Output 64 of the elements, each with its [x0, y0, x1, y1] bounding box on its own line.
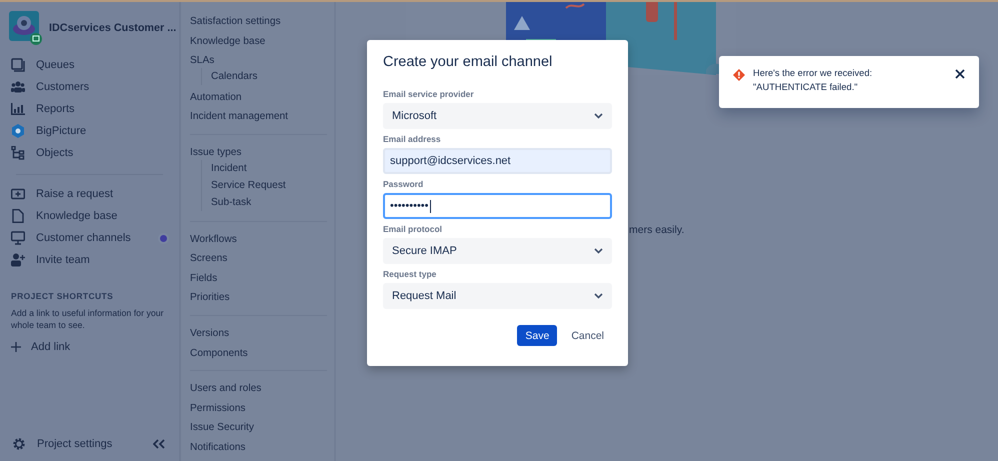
settings-submenu-item[interactable]: Service Request	[202, 176, 286, 194]
field-label: Email service provider	[383, 89, 475, 99]
settings-menu-item[interactable]: Versions	[190, 324, 230, 344]
input-field[interactable]: support@idcservices.net	[383, 148, 612, 174]
project-name[interactable]: IDCservices Customer ...	[49, 22, 176, 34]
settings-menu-item[interactable]: Issue Security	[190, 418, 254, 438]
bar-chart-icon	[11, 102, 25, 116]
hexagon-icon	[11, 124, 25, 138]
project-avatar-icon	[9, 11, 43, 45]
close-icon[interactable]	[955, 69, 965, 79]
chevron-down-icon	[594, 293, 603, 299]
settings-menu-item[interactable]: Fields	[190, 268, 218, 288]
monitor-icon	[11, 231, 25, 245]
nav-item[interactable]: Invite team	[0, 249, 179, 271]
settings-menu-item[interactable]: Users and roles	[190, 379, 262, 399]
people-icon	[11, 80, 25, 94]
save-button[interactable]: Save	[517, 325, 558, 346]
settings-menu-item[interactable]: Satisfaction settings	[190, 12, 281, 32]
error-message: Here's the error we received: "AUTHENTICATE failed."	[753, 67, 874, 94]
settings-menu-item[interactable]: Permissions	[190, 398, 246, 418]
page-icon	[11, 209, 25, 223]
settings-menu-item[interactable]: Workflows	[190, 230, 237, 250]
cancel-button[interactable]: Cancel	[563, 325, 612, 346]
settings-menu-item[interactable]: Automation	[190, 88, 242, 108]
queue-icon	[11, 58, 25, 72]
settings-menu-item[interactable]: Notifications	[190, 438, 246, 458]
settings-icon	[12, 437, 26, 451]
nav-item[interactable]: Customers	[0, 76, 179, 98]
nav-item[interactable]: Customer channels	[0, 227, 179, 249]
plus-icon	[11, 342, 21, 352]
add-link[interactable]: Add link	[11, 341, 179, 353]
hierarchy-icon	[11, 146, 25, 160]
shortcuts-description: Add a link to useful information for your whole team to see.	[11, 307, 165, 331]
password-field[interactable]: ••••••••••	[383, 193, 612, 219]
field-label: Email address	[383, 134, 442, 144]
select-field[interactable]: Secure IMAP	[383, 238, 612, 264]
project-settings-item[interactable]: Project settings	[0, 433, 124, 455]
dialog-title: Create your email channel	[383, 54, 554, 70]
chevron-down-icon	[594, 248, 603, 254]
select-field[interactable]: Request Mail	[383, 283, 612, 309]
section-heading: PROJECT SHORTCUTS	[11, 291, 114, 301]
nav-item[interactable]: Queues	[0, 54, 179, 76]
settings-submenu-item[interactable]: Sub-task	[202, 194, 252, 211]
field-label: Request type	[383, 269, 438, 279]
settings-menu-item[interactable]: Knowledge base	[190, 32, 266, 52]
add-person-icon	[11, 253, 25, 267]
settings-menu-item[interactable]: Priorities	[190, 288, 230, 308]
nav-item[interactable]: Reports	[0, 98, 179, 120]
nav-item[interactable]: Objects	[0, 142, 179, 164]
description-text: mers easily.	[629, 224, 684, 236]
settings-menu-item[interactable]: Incident management	[190, 107, 288, 127]
add-box-icon	[11, 187, 25, 201]
nav-item[interactable]: Raise a request	[0, 183, 179, 205]
chevron-down-icon	[594, 113, 603, 119]
settings-submenu-item[interactable]: Calendars	[202, 68, 258, 85]
select-field[interactable]: Microsoft	[383, 103, 612, 129]
field-label: Email protocol	[383, 224, 444, 234]
field-label: Password	[383, 179, 424, 189]
collapse-icon[interactable]	[153, 439, 165, 449]
settings-menu-item[interactable]: Components	[190, 344, 248, 364]
nav-item[interactable]: BigPicture	[0, 120, 179, 142]
error-icon	[733, 69, 745, 81]
settings-menu-item[interactable]: Screens	[190, 249, 228, 269]
nav-item[interactable]: Knowledge base	[0, 205, 179, 227]
